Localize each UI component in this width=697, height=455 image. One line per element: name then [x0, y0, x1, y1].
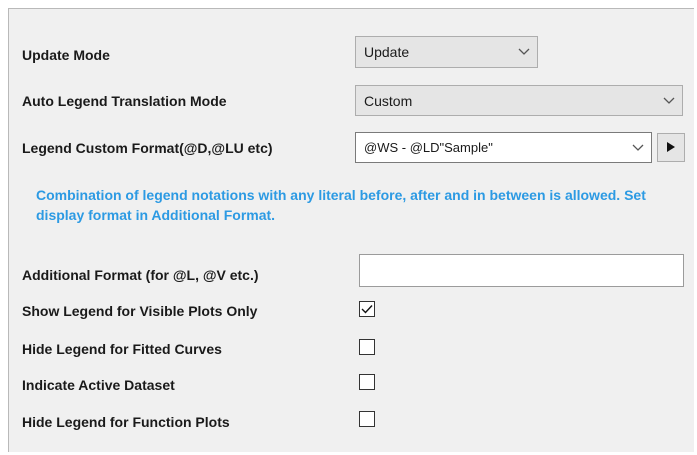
custom-format-label: Legend Custom Format(@D,@LU etc) — [22, 140, 273, 156]
format-hint-text: Combination of legend notations with any… — [36, 187, 646, 223]
hide-fitted-curves-checkbox[interactable] — [359, 339, 375, 355]
additional-format-input[interactable] — [359, 254, 684, 287]
legend-settings-panel: Update Mode Update Auto Legend Translati… — [8, 8, 694, 452]
translation-mode-value: Custom — [364, 92, 413, 109]
update-mode-label: Update Mode — [22, 47, 110, 63]
option-label: Hide Legend for Function Plots — [22, 414, 230, 430]
update-mode-dropdown[interactable]: Update — [355, 36, 538, 68]
format-menu-button[interactable] — [657, 133, 685, 162]
custom-format-value: @WS - @LD"Sample" — [364, 139, 493, 155]
translation-mode-dropdown[interactable]: Custom — [355, 85, 683, 116]
translation-mode-label: Auto Legend Translation Mode — [22, 93, 227, 109]
option-label: Show Legend for Visible Plots Only — [22, 303, 258, 319]
chevron-down-icon — [511, 37, 537, 67]
play-arrow-icon — [667, 139, 675, 157]
checkmark-icon — [361, 305, 373, 314]
hide-function-plots-checkbox[interactable] — [359, 411, 375, 427]
indicate-active-dataset-checkbox[interactable] — [359, 374, 375, 390]
custom-format-combobox[interactable]: @WS - @LD"Sample" — [355, 132, 652, 163]
chevron-down-icon — [656, 86, 682, 115]
update-mode-value: Update — [364, 44, 410, 60]
additional-format-label: Additional Format (for @L, @V etc.) — [22, 267, 259, 283]
option-label: Hide Legend for Fitted Curves — [22, 341, 222, 357]
chevron-down-icon[interactable] — [625, 133, 651, 162]
option-label: Indicate Active Dataset — [22, 377, 175, 393]
show-visible-plots-checkbox[interactable] — [359, 301, 375, 317]
